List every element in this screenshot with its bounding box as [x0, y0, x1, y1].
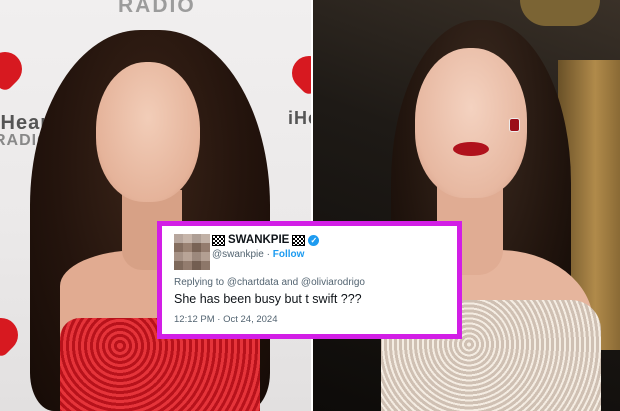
heart-logo-icon-right — [284, 48, 311, 98]
reply-context: Replying to @chartdata and @oliviarodrig… — [174, 277, 365, 288]
heart-logo-icon-bottom — [0, 310, 26, 360]
avatar[interactable] — [174, 234, 210, 270]
author-display-name[interactable]: SWANKPIE — [228, 234, 289, 246]
tweet-text: She has been busy but t swift ??? — [174, 292, 362, 306]
verified-badge-icon: ✓ — [308, 234, 320, 246]
follow-button[interactable]: Follow — [273, 249, 305, 260]
handle-row: @swankpie · Follow — [212, 249, 304, 260]
tweet-timestamp[interactable]: 12:12 PM · Oct 24, 2024 — [174, 314, 278, 325]
backdrop-brand-text-right: iHeart — [288, 108, 311, 128]
checkered-flag-icon — [212, 234, 225, 246]
left-photo: RADIO iHeart RADIO ● iHeart — [0, 0, 311, 411]
tweet-author-row: SWANKPIE ✓ — [212, 234, 320, 246]
reply-mention-oliviarodrigo[interactable]: @oliviarodrigo — [301, 277, 365, 288]
checkered-flag-icon — [292, 234, 306, 246]
gold-ornament — [520, 0, 600, 26]
person-face — [96, 62, 200, 202]
author-handle[interactable]: @swankpie — [212, 249, 264, 260]
heart-logo-icon — [0, 44, 30, 94]
right-photo — [313, 0, 620, 411]
backdrop-radio-text: RADIO — [118, 0, 196, 17]
earring — [509, 118, 520, 132]
reply-mention-chartdata[interactable]: @chartdata — [227, 277, 279, 288]
red-lips — [453, 142, 489, 156]
reply-and: and — [281, 277, 299, 288]
separator-dot: · — [266, 249, 270, 260]
reply-prefix: Replying to — [174, 277, 225, 288]
tweet-card: SWANKPIE ✓ @swankpie · Follow Replying t… — [157, 221, 462, 339]
